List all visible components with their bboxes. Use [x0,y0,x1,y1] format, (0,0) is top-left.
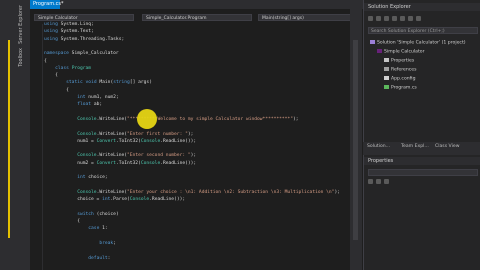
server-explorer-tab[interactable]: Server Explorer [18,5,24,44]
code-line: Console.WriteLine("**********Welcome to … [77,116,299,122]
code-line: namespace Simple_Calculator [44,51,119,57]
property-pages-icon[interactable] [384,179,389,184]
tab-solution-explorer[interactable]: Solution... [367,142,390,151]
code-line: int choice; [77,175,108,181]
code-line: case 1: [88,226,108,232]
tree-item[interactable]: App.config [384,76,416,82]
tree-item[interactable]: Simple Calculator [377,49,424,55]
member-dropdown[interactable]: Main(string[] args) [258,14,358,21]
tree-item-label: App.config [391,76,416,82]
solution-explorer-toolbar [368,16,478,24]
code-line: Console.WriteLine("Enter second number: … [77,153,197,159]
code-text[interactable]: using System.Linq; using System.Text; usin… [30,22,363,270]
code-line: break; [99,241,116,246]
back-icon[interactable] [368,16,373,21]
code-line: static void Main(string[] args) [66,80,152,86]
categorized-icon[interactable] [368,179,373,184]
code-line: Console.WriteLine("Enter your choice : \… [77,189,340,195]
toolbox-tab[interactable]: Toolbox [18,48,24,67]
refresh-icon[interactable] [400,16,405,21]
solution-search-input[interactable]: Search Solution Explorer (Ctrl+;) [368,27,478,34]
document-tabs: Program.cs* [30,0,363,9]
wrench-icon [384,58,389,62]
code-line: class Program [55,65,92,71]
csharp-file-icon [384,85,389,89]
code-line: float ab; [77,102,103,108]
class-dropdown[interactable]: Simple_Calculator.Program [142,14,252,21]
code-editor[interactable]: Program.cs* Simple Calculator Simple_Cal… [30,0,363,270]
tab-class-view[interactable]: Class View [435,142,459,151]
collapse-icon[interactable] [408,16,413,21]
tree-item-label: Simple Calculator [384,49,425,55]
properties-toolbar [368,179,392,186]
tree-item[interactable]: References [384,67,417,73]
properties-icon[interactable] [416,16,421,21]
project-icon [377,49,382,53]
scroll-thumb[interactable] [353,40,358,240]
forward-icon[interactable] [376,16,381,21]
tree-item[interactable]: Program.cs [384,85,417,91]
tree-item-label: References [391,67,417,73]
side-toolbox-strip: Server Explorer Toolbox [0,0,30,270]
solution-icon [370,40,375,44]
properties-title: Properties [364,157,480,165]
code-line: int num1, num2; [77,95,119,100]
solution-explorer-pane: Solution Explorer Search Solution Explor… [363,0,480,150]
code-line: using System.Text; [44,29,94,35]
change-indicator-bar [8,40,10,238]
tree-item-label: Properties [391,58,415,64]
code-line: switch (choice) [77,211,119,217]
tab-program-cs[interactable]: Program.cs* [30,0,64,9]
mouse-cursor-highlight [137,109,157,129]
tree-item[interactable]: Properties [384,58,414,64]
code-line: choice = int.Parse(Console.ReadLine()); [44,197,186,203]
home-icon[interactable] [384,16,389,21]
solution-bottom-tabs: Solution... Team Expl... Class View [363,142,480,151]
config-icon [384,76,389,80]
project-dropdown[interactable]: Simple Calculator [34,14,134,21]
solution-explorer-title: Solution Explorer [364,3,480,11]
code-line: { [44,58,47,64]
code-line: num2 = Convert.ToInt32(Console.ReadLine(… [44,160,197,166]
code-line: Console.WriteLine("Enter first number: "… [77,131,194,137]
tree-item[interactable]: Solution 'Simple Calculator' (1 project) [370,40,466,46]
alphabetical-icon[interactable] [376,179,381,184]
properties-pane: Properties [363,155,480,270]
editor-scrollbar[interactable] [350,0,362,270]
code-line: default: [88,255,111,261]
tab-team-explorer[interactable]: Team Expl... [401,142,429,151]
properties-object-select[interactable] [368,169,478,176]
code-line: { [44,73,58,79]
code-line: using System.Linq; [44,22,94,27]
code-line: using System.Threading.Tasks; [44,36,125,42]
code-line: num1 = Convert.ToInt32(Console.ReadLine(… [44,138,197,144]
references-icon [384,67,389,71]
tree-item-label: Solution 'Simple Calculator' (1 project) [377,40,466,46]
tree-item-label: Program.cs [391,85,417,91]
code-line: { [44,87,69,93]
code-line: { [44,219,80,225]
sync-icon[interactable] [392,16,397,21]
